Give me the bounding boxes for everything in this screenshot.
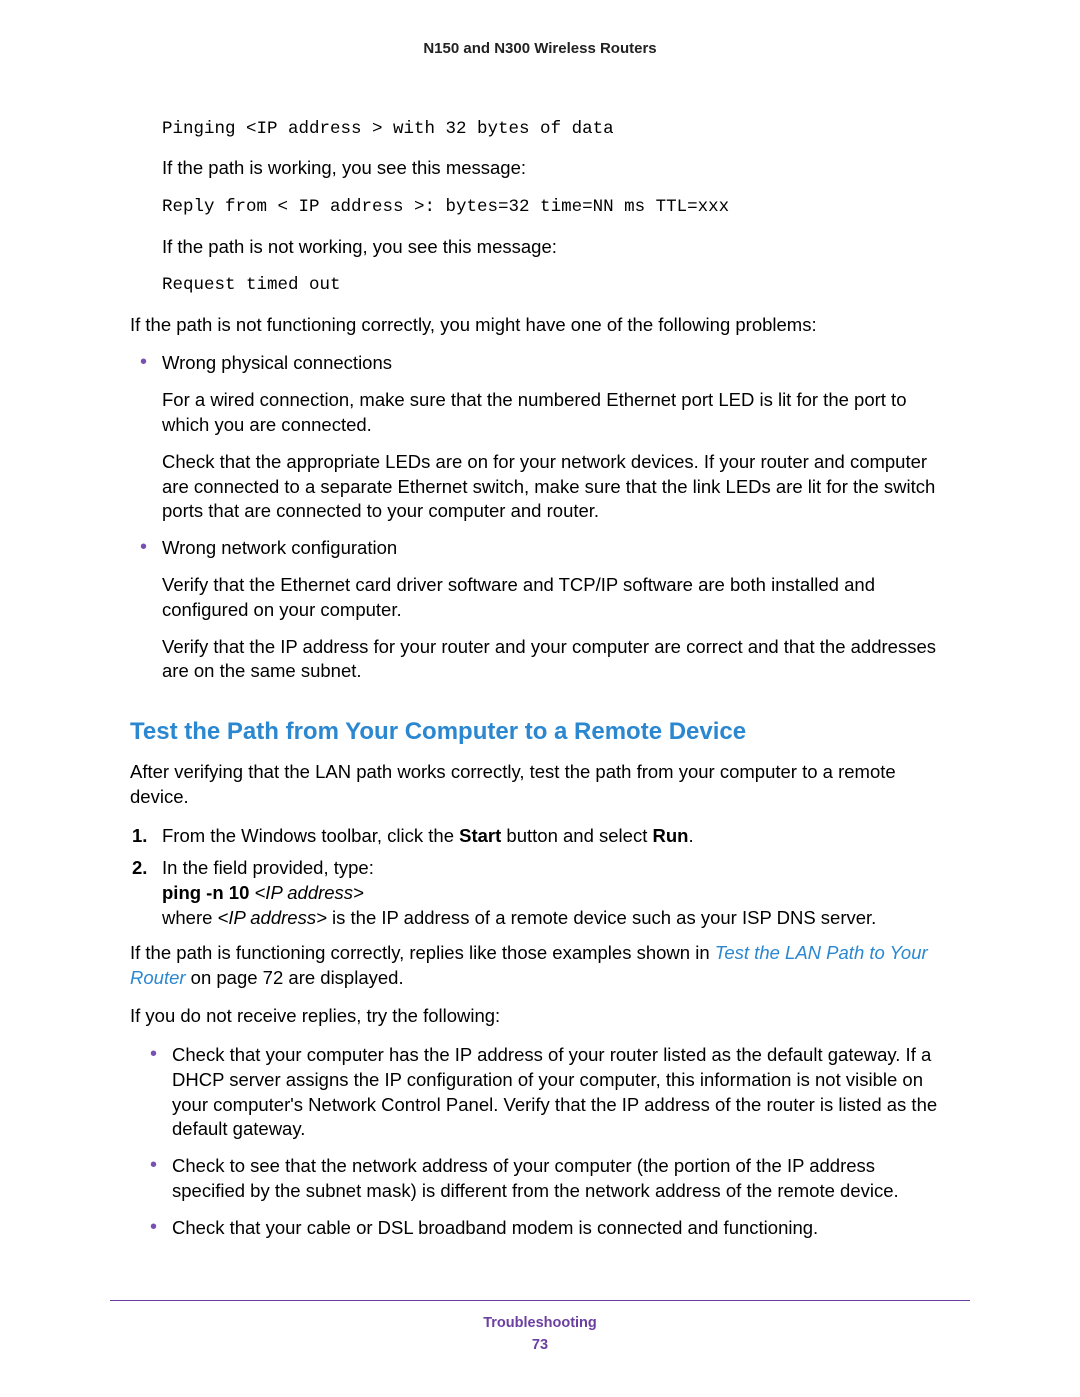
body-text: For a wired connection, make sure that t… [162, 388, 950, 438]
step-text: In the field provided, type: [162, 857, 374, 878]
body-text: where <IP address> is the IP address of … [162, 906, 950, 931]
list-item: Wrong network configuration Verify that … [130, 536, 950, 684]
text-run: button and select [501, 825, 652, 846]
body-text: Verify that the Ethernet card driver sof… [162, 573, 950, 623]
list-item-title: Wrong physical connections [162, 352, 392, 373]
body-text: Check that your cable or DSL broadband m… [172, 1217, 818, 1238]
list-item-title: Wrong network configuration [162, 537, 397, 558]
body-text: Verify that the IP address for your rout… [162, 635, 950, 685]
list-item: Check to see that the network address of… [140, 1154, 950, 1204]
footer-page-number: 73 [0, 1337, 1080, 1353]
body-text: If you do not receive replies, try the f… [130, 1004, 950, 1029]
code-line: Reply from < IP address >: bytes=32 time… [162, 195, 950, 220]
text-run: on page 72 are displayed. [186, 967, 404, 988]
text-bold: ping -n 10 [162, 882, 255, 903]
list-item: Check that your cable or DSL broadband m… [140, 1216, 950, 1241]
list-item: 1. From the Windows toolbar, click the S… [130, 824, 950, 849]
troubleshoot-list: Check that your computer has the IP addr… [130, 1043, 950, 1240]
step-list: 1. From the Windows toolbar, click the S… [130, 824, 950, 931]
footer-section-name: Troubleshooting [0, 1315, 1080, 1331]
body-text: Check that the appropriate LEDs are on f… [162, 450, 950, 524]
footer-divider [110, 1300, 970, 1301]
text-italic: <IP address> [255, 882, 364, 903]
text-bold: Run [653, 825, 689, 846]
step-number: 2. [132, 856, 147, 881]
body-text: If the path is not working, you see this… [162, 235, 950, 260]
body-text: After verifying that the LAN path works … [130, 760, 950, 810]
body-text: If the path is not functioning correctly… [130, 313, 950, 338]
list-item: Check that your computer has the IP addr… [140, 1043, 950, 1142]
ping-output-block: Pinging <IP address > with 32 bytes of d… [162, 117, 950, 299]
text-run: is the IP address of a remote device suc… [327, 907, 876, 928]
text-run: From the Windows toolbar, click the [162, 825, 459, 846]
section-heading: Test the Path from Your Computer to a Re… [130, 718, 950, 746]
body-text: If the path is functioning correctly, re… [130, 941, 950, 991]
step-text: From the Windows toolbar, click the Star… [162, 825, 694, 846]
code-line: Request timed out [162, 273, 950, 298]
command-line: ping -n 10 <IP address> [162, 881, 950, 906]
list-item: Wrong physical connections For a wired c… [130, 351, 950, 524]
text-run: where [162, 907, 218, 928]
problem-list: Wrong physical connections For a wired c… [130, 351, 950, 684]
document-page: N150 and N300 Wireless Routers Pinging <… [0, 0, 1080, 1397]
step-number: 1. [132, 824, 147, 849]
body-text: Check that your computer has the IP addr… [172, 1044, 937, 1139]
page-header: N150 and N300 Wireless Routers [130, 40, 950, 57]
body-text: Check to see that the network address of… [172, 1155, 899, 1201]
body-text: If the path is working, you see this mes… [162, 156, 950, 181]
text-bold: Start [459, 825, 501, 846]
code-line: Pinging <IP address > with 32 bytes of d… [162, 117, 950, 142]
text-run: If the path is functioning correctly, re… [130, 942, 715, 963]
text-italic: <IP address> [218, 907, 327, 928]
list-item: 2. In the field provided, type: ping -n … [130, 856, 950, 930]
text-run: . [688, 825, 693, 846]
